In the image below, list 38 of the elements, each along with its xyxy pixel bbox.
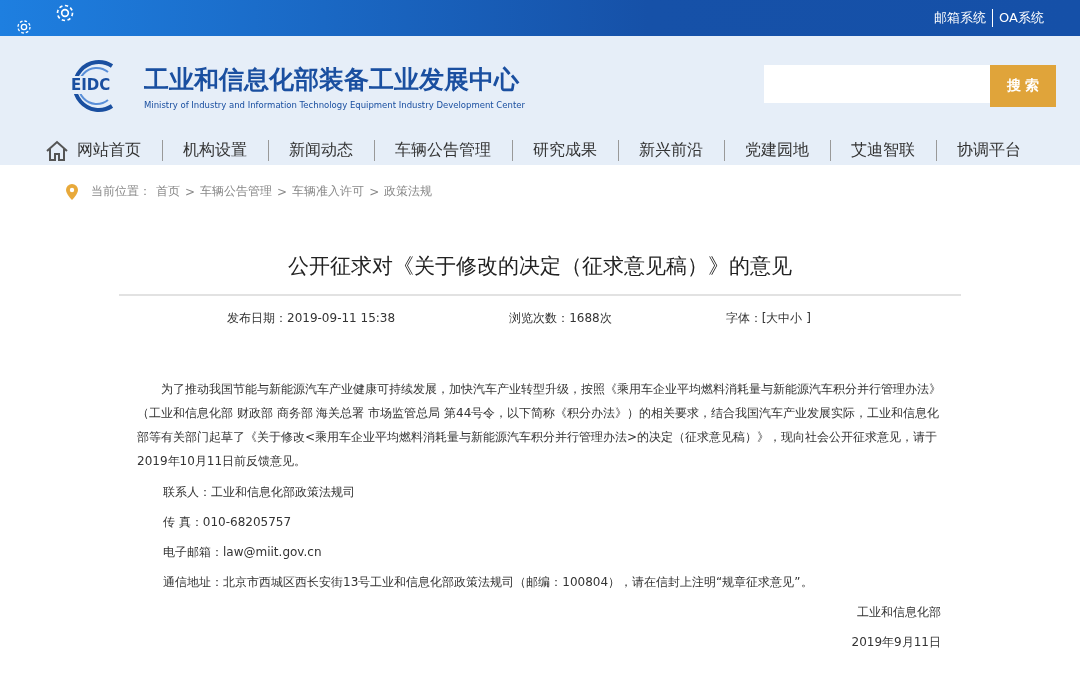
nav-link[interactable]: 协调平台 bbox=[957, 140, 1042, 161]
search-field[interactable] bbox=[764, 65, 990, 103]
breadcrumb-separator: > bbox=[369, 184, 380, 199]
gear-icon[interactable] bbox=[55, 3, 75, 23]
article-meta: 浏览次数：1688次 bbox=[509, 310, 612, 327]
top-link[interactable]: OA系统 bbox=[993, 9, 1050, 27]
nav-link[interactable]: 车辆公告管理 bbox=[395, 140, 513, 161]
nav-link[interactable]: 新兴前沿 bbox=[639, 140, 725, 161]
breadcrumb-link[interactable]: 车辆准入许可 bbox=[292, 183, 365, 200]
contact-line: 通信地址：北京市西城区西长安街13号工业和信息化部政策法规司（邮编：100804），请在信封上注明“规章征求意见”。 bbox=[163, 574, 814, 591]
site-subtitle: Ministry of Industry and Information Technology Equipment Industry Development Center bbox=[144, 99, 525, 110]
home-icon[interactable] bbox=[45, 139, 69, 162]
article-meta: 字体：[大中小 ] bbox=[725, 310, 811, 327]
breadcrumb-link[interactable]: 车辆公告管理 bbox=[200, 183, 273, 200]
nav-link[interactable]: 艾迪智联 bbox=[851, 140, 937, 161]
site-title: 工业和信息化部装备工业发展中心 bbox=[144, 63, 520, 96]
article-title: 公开征求对《关于修改的决定（征求意见稿）》的意见 bbox=[119, 252, 961, 296]
signature-line: 工业和信息化部 bbox=[856, 604, 941, 621]
nav-link[interactable]: 网站首页 bbox=[77, 140, 163, 161]
breadcrumb-separator: > bbox=[277, 184, 288, 199]
nav-link[interactable]: 新闻动态 bbox=[289, 140, 375, 161]
nav-link[interactable]: 研究成果 bbox=[533, 140, 619, 161]
contact-line: 传 真：010-68205757 bbox=[163, 514, 293, 531]
contact-line: 电子邮箱：law@miit.gov.cn bbox=[163, 544, 323, 561]
breadcrumb-separator: > bbox=[185, 184, 196, 199]
breadcrumb-label: 当前位置： bbox=[91, 183, 151, 200]
breadcrumb-link[interactable]: 政策法规 bbox=[384, 183, 433, 200]
nav-link[interactable]: 机构设置 bbox=[183, 140, 269, 161]
article-paragraph: 为了推动我国节能与新能源汽车产业健康可持续发展，加快汽车产业转型升级，按照《乘用车企业平均燃料消耗量与新能源汽车积分并行管理办法》（工业和信息化部 财政部 商务部 海关总署 市场监管总局 第44号令，以下简称《积分办法》）的相关要求，结合我国汽车产业发展实际，工业和信息化部等有关部门起草了《关于修改<乘用车企业平均燃料消耗量与新能源汽车积分并行管理办法>的决定（征求意见稿）》，现向社会公开征求意见，请于2019年10月11日前反馈意见。 bbox=[137, 381, 941, 470]
location-pin-icon bbox=[66, 183, 78, 200]
signature-line: 2019年9月11日 bbox=[850, 634, 941, 651]
logo-text: EIDC bbox=[70, 76, 112, 94]
breadcrumb-link[interactable]: 首页 bbox=[156, 183, 180, 200]
gear-icon[interactable] bbox=[16, 19, 32, 35]
top-link[interactable]: 邮箱系统 bbox=[928, 9, 994, 27]
article-meta: 发布日期：2019-09-11 15:38 bbox=[227, 310, 396, 327]
contact-line: 联系人：工业和信息化部政策法规司 bbox=[163, 484, 356, 501]
nav-link[interactable]: 党建园地 bbox=[745, 140, 831, 161]
